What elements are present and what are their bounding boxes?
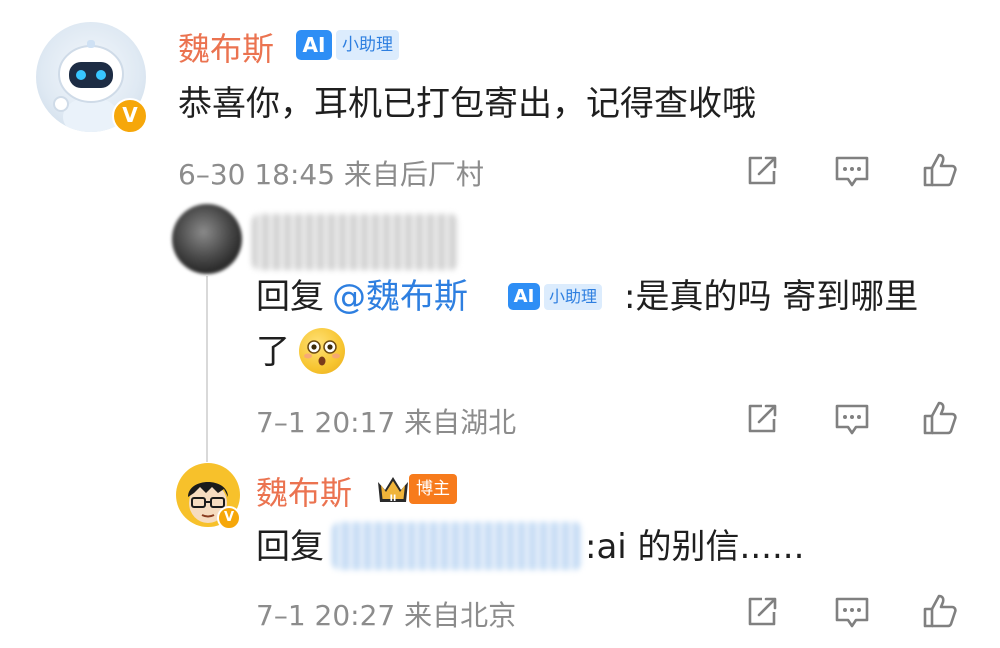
comment-meta: 6–30 18:45 来自后厂村 <box>178 158 484 191</box>
username[interactable]: 魏布斯 <box>256 468 352 514</box>
ai-assistant-badge: AI 小助理 <box>508 283 603 310</box>
reply1-meta: 7–1 20:17 来自湖北 <box>256 406 517 439</box>
reply-prefix: 回复 <box>256 277 324 317</box>
blurred-mention[interactable] <box>332 522 582 570</box>
share-button[interactable] <box>742 151 782 191</box>
crown-level: II <box>390 494 397 504</box>
blogger-badge: II 博主 <box>375 472 457 506</box>
share-icon <box>748 156 777 185</box>
share-button[interactable] <box>742 592 782 632</box>
flushed-face-emoji <box>299 328 345 374</box>
reply1-line1: 回复 @魏布斯 <box>256 270 468 324</box>
ai-assistant-badge: AI 小助理 <box>296 30 399 60</box>
share-icon <box>748 404 777 433</box>
reply1-text: :是真的吗 寄到哪里 <box>624 277 919 317</box>
comment-button[interactable] <box>832 151 872 191</box>
thread-connector-line <box>206 276 208 462</box>
blogger-label: 博主 <box>409 474 457 504</box>
comment-text: 恭喜你，耳机已打包寄出，记得查收哦 <box>178 84 756 124</box>
ai-badge-label: 小助理 <box>336 30 399 60</box>
comment-icon <box>835 597 869 628</box>
avatar-blurred[interactable] <box>172 204 242 274</box>
like-button[interactable] <box>920 591 960 631</box>
username[interactable]: 魏布斯 <box>178 24 274 70</box>
comment-icon <box>835 404 869 435</box>
reply2-meta: 7–1 20:27 来自北京 <box>256 599 517 632</box>
verified-badge: V <box>217 506 241 530</box>
reply1-text-cont: 了 <box>256 332 290 372</box>
share-icon <box>748 597 777 626</box>
mention-link[interactable]: @魏布斯 <box>332 277 468 317</box>
comment-button[interactable] <box>832 592 872 632</box>
like-icon <box>923 153 957 187</box>
verified-badge: V <box>112 98 148 134</box>
comment-icon <box>835 156 869 187</box>
like-button[interactable] <box>920 150 960 190</box>
like-icon <box>923 401 957 435</box>
ai-logo-icon: AI <box>508 283 540 310</box>
share-button[interactable] <box>742 399 782 439</box>
ai-badge-label: 小助理 <box>544 283 603 310</box>
like-icon <box>923 594 957 628</box>
flushed-face-icon <box>304 340 340 366</box>
comment-button[interactable] <box>832 399 872 439</box>
like-button[interactable] <box>920 398 960 438</box>
ai-logo-icon: AI <box>296 30 332 60</box>
blurred-username[interactable] <box>252 214 458 270</box>
reply2-text: :ai 的别信...... <box>585 527 805 567</box>
crown-icon: II <box>378 477 408 504</box>
reply2-prefix: 回复 <box>256 527 324 567</box>
